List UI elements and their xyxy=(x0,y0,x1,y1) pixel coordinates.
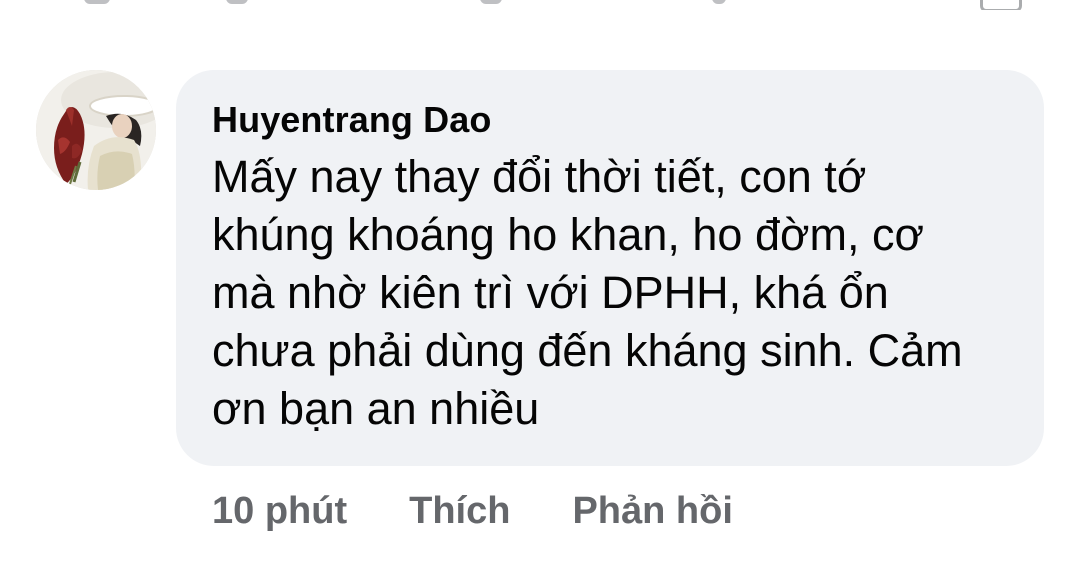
like-button[interactable]: Thích xyxy=(409,488,510,534)
profile-photo-icon xyxy=(36,70,156,190)
reaction-icon xyxy=(980,0,1022,10)
comment-text: Mấy nay thay đổi thời tiết, con tớ khúng… xyxy=(212,151,963,434)
comment-author[interactable]: Huyentrang Dao xyxy=(212,98,1008,142)
comment-actions: 10 phút Thích Phản hồi xyxy=(212,488,795,534)
previous-content-edge xyxy=(0,0,1080,10)
reply-button[interactable]: Phản hồi xyxy=(572,488,732,534)
comment-bubble: Huyentrang Dao Mấy nay thay đổi thời tiế… xyxy=(176,70,1044,466)
avatar[interactable] xyxy=(36,70,156,190)
comment-timestamp[interactable]: 10 phút xyxy=(212,488,347,534)
comment-view: Huyentrang Dao Mấy nay thay đổi thời tiế… xyxy=(0,0,1080,561)
